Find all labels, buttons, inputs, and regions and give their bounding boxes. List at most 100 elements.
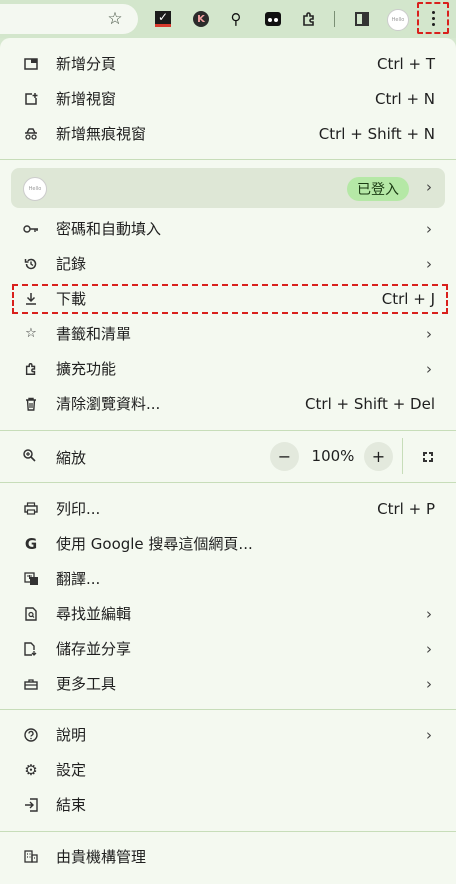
extensions-puzzle-icon[interactable] [298, 8, 320, 30]
gear-icon: ⚙ [24, 760, 38, 779]
help-label: 說明 [56, 726, 87, 744]
chevron-right-icon: › [426, 359, 432, 378]
menu-item-help[interactable]: 說明 › [0, 717, 456, 752]
extension-tampermonkey-icon[interactable] [262, 8, 284, 30]
key-icon [22, 220, 40, 238]
menu-item-incognito[interactable]: 新增無痕視窗 Ctrl + Shift + N [0, 116, 456, 151]
divider [0, 430, 456, 431]
zoom-out-button[interactable]: − [270, 442, 299, 471]
signed-in-badge: 已登入 [347, 177, 409, 201]
print-shortcut: Ctrl + P [377, 499, 435, 518]
save-share-icon [22, 640, 40, 658]
menu-item-search-google[interactable]: G 使用 Google 搜尋這個網頁... [0, 526, 456, 561]
puzzle-icon [22, 360, 40, 378]
clear-data-label: 清除瀏覽資料... [56, 395, 161, 413]
trash-icon [22, 395, 40, 413]
incognito-shortcut: Ctrl + Shift + N [318, 124, 435, 143]
menu-item-settings[interactable]: ⚙ 設定 [0, 752, 456, 787]
incognito-label: 新增無痕視窗 [56, 125, 147, 143]
new-window-label: 新增視窗 [56, 90, 117, 108]
save-share-label: 儲存並分享 [56, 640, 132, 658]
exit-icon [22, 796, 40, 814]
toolbox-icon [22, 675, 40, 693]
new-window-shortcut: Ctrl + N [374, 89, 435, 108]
menu-item-extensions[interactable]: 擴充功能 › [0, 351, 456, 386]
managed-label: 由貴機構管理 [56, 848, 147, 866]
passwords-label: 密碼和自動填入 [56, 220, 162, 238]
incognito-icon [22, 125, 40, 143]
chevron-right-icon: › [426, 219, 432, 238]
menu-item-managed[interactable]: 由貴機構管理 [0, 839, 456, 874]
settings-label: 設定 [56, 761, 87, 779]
menu-item-more-tools[interactable]: 更多工具 › [0, 666, 456, 701]
menu-item-new-tab[interactable]: 新增分頁 Ctrl + T [0, 46, 456, 81]
profile-avatar-large: Hello [23, 177, 47, 201]
help-icon [22, 726, 40, 744]
menu-item-translate[interactable]: 翻譯... [0, 561, 456, 596]
translate-label: 翻譯... [56, 570, 101, 588]
menu-item-print[interactable]: 列印... Ctrl + P [0, 491, 456, 526]
new-tab-label: 新增分頁 [56, 55, 117, 73]
menu-item-find-edit[interactable]: 尋找並編輯 › [0, 596, 456, 631]
menu-item-history[interactable]: 記錄 › [0, 246, 456, 281]
extensions-label: 擴充功能 [56, 360, 117, 378]
divider [0, 831, 456, 832]
toolbar-divider [334, 11, 335, 27]
google-g-icon: G [24, 534, 38, 553]
new-tab-icon [22, 55, 40, 73]
more-menu-button[interactable] [417, 2, 449, 34]
fullscreen-button[interactable] [417, 446, 439, 468]
new-tab-shortcut: Ctrl + T [377, 54, 435, 73]
menu-item-downloads[interactable]: 下載 Ctrl + J [0, 281, 456, 316]
side-panel-icon[interactable] [351, 8, 373, 30]
chevron-right-icon: › [426, 178, 432, 196]
divider [0, 159, 456, 160]
new-window-icon [22, 90, 40, 108]
search-google-label: 使用 Google 搜尋這個網頁... [56, 535, 253, 553]
profile-row[interactable]: Hello 已登入 › [11, 168, 445, 208]
more-menu-icon [431, 10, 435, 26]
find-edit-label: 尋找並編輯 [56, 605, 132, 623]
extension-check-icon[interactable] [152, 8, 174, 30]
chevron-right-icon: › [426, 725, 432, 744]
chevron-right-icon: › [426, 604, 432, 623]
profile-avatar[interactable]: Hello [387, 9, 409, 31]
menu-item-bookmarks[interactable]: ☆ 書籤和清單 › [0, 316, 456, 351]
divider [0, 482, 456, 483]
menu-item-clear-data[interactable]: 清除瀏覽資料... Ctrl + Shift + Del [0, 386, 456, 421]
extension-k-icon[interactable]: K [190, 8, 212, 30]
menu-item-save-share[interactable]: 儲存並分享 › [0, 631, 456, 666]
translate-icon [22, 570, 40, 588]
zoom-label: 縮放 [56, 449, 87, 467]
divider [0, 709, 456, 710]
exit-label: 結束 [56, 796, 87, 814]
fullscreen-icon [423, 452, 433, 462]
print-label: 列印... [56, 500, 101, 518]
more-tools-label: 更多工具 [56, 675, 117, 693]
printer-icon [22, 500, 40, 518]
clear-data-shortcut: Ctrl + Shift + Del [305, 394, 435, 413]
download-icon [22, 290, 40, 308]
zoom-in-button[interactable]: + [364, 442, 393, 471]
chevron-right-icon: › [426, 674, 432, 693]
chevron-right-icon: › [426, 639, 432, 658]
building-icon [22, 848, 40, 866]
chrome-main-menu: 新增分頁 Ctrl + T 新增視窗 Ctrl + N 新增無痕視窗 Ctrl … [0, 38, 456, 884]
menu-item-new-window[interactable]: 新增視窗 Ctrl + N [0, 81, 456, 116]
chevron-right-icon: › [426, 254, 432, 273]
chevron-right-icon: › [426, 324, 432, 343]
menu-item-exit[interactable]: 結束 [0, 787, 456, 822]
bookmark-star-icon[interactable]: ☆ [104, 8, 126, 30]
downloads-label: 下載 [56, 290, 87, 308]
history-label: 記錄 [56, 255, 87, 273]
extension-search-icon[interactable]: ⚲ [225, 8, 247, 30]
find-page-icon [22, 605, 40, 623]
bookmarks-label: 書籤和清單 [56, 325, 132, 343]
browser-toolbar: ☆ K ⚲ Hello [0, 0, 456, 38]
downloads-shortcut: Ctrl + J [381, 289, 435, 308]
menu-item-passwords[interactable]: 密碼和自動填入 › [0, 211, 456, 246]
zoom-icon [22, 448, 36, 466]
zoom-divider [402, 438, 403, 474]
history-icon [22, 255, 40, 273]
zoom-row: 縮放 − 100% + [0, 438, 456, 476]
